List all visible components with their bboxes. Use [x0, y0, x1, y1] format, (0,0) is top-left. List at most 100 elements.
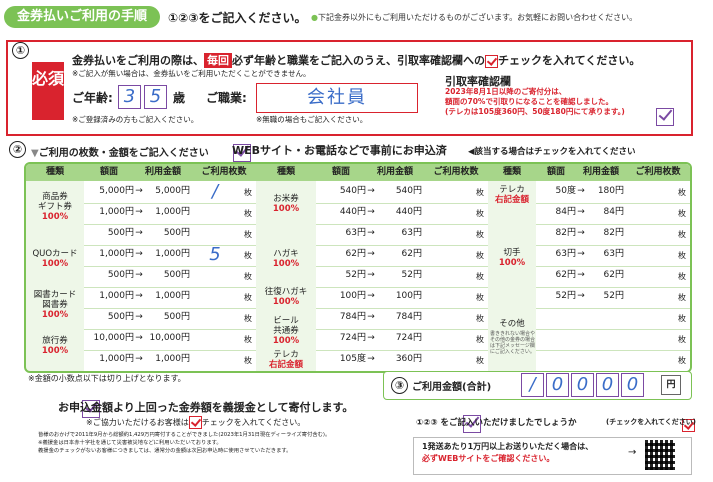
count-unit: 枚: [476, 230, 484, 239]
count-unit: 枚: [476, 251, 484, 260]
face-value: 500円: [107, 312, 134, 322]
use-amount: 62円: [603, 270, 624, 280]
total-label: ご利用金額(合計): [412, 382, 492, 393]
count-field[interactable]: 5: [192, 244, 238, 265]
every-time-badge: 毎回: [204, 53, 232, 68]
count-unit: 枚: [244, 230, 252, 239]
donation-title: お申込金額より上回った金券額を義援金として寄付します。: [58, 401, 354, 414]
qr-code[interactable]: [645, 440, 675, 470]
shipping-text: 1発送あたり1万円以上お送りいただく場合は、 必ずWEBサイトをご確認ください。: [422, 442, 594, 463]
category-beer: ビール 共通券 100%: [272, 316, 300, 346]
count-unit: 枚: [678, 356, 686, 365]
instruction-text: ①②③をご記入ください。: [168, 11, 307, 25]
header-count-2: ご利用枚数: [433, 167, 479, 177]
header-kind-1: 種類: [45, 167, 64, 177]
count-unit: 枚: [678, 335, 686, 344]
donation-sub: ※ご協力いただけるお客様は チェックを入れてください。: [86, 416, 306, 429]
section-1-number: ①: [12, 42, 29, 59]
use-amount: 62円: [401, 249, 422, 259]
count-field[interactable]: /: [192, 181, 238, 202]
face-value: 82円: [555, 228, 576, 238]
page-title: 金券払いご利用の手順: [4, 6, 160, 28]
use-amount: 500円: [163, 228, 190, 238]
count-unit: 枚: [678, 272, 686, 281]
use-amount: 1,000円: [155, 354, 190, 364]
face-value: 62円: [345, 249, 366, 259]
count-unit: 枚: [476, 272, 484, 281]
count-unit: 枚: [244, 293, 252, 302]
age-digit-2[interactable]: 5: [144, 85, 167, 109]
arrow-right-icon: →: [628, 447, 637, 458]
count-unit: 枚: [244, 314, 252, 323]
face-value: 52円: [345, 270, 366, 280]
header-count-1: ご利用枚数: [201, 167, 247, 177]
age-label: ご年齢:: [72, 91, 113, 105]
face-value: 540円: [339, 186, 366, 196]
note-unemployed: ※無職の場合もご記入ください。: [256, 115, 368, 124]
category-rice: お米券 100%: [272, 194, 300, 214]
yen-unit: 円: [661, 375, 681, 395]
face-value: 1,000円: [99, 291, 134, 301]
header-kind-3: 種類: [502, 167, 521, 177]
use-amount: 540円: [395, 186, 422, 196]
use-amount: 82円: [603, 228, 624, 238]
job-field[interactable]: 会社員: [256, 83, 418, 113]
count-unit: 枚: [476, 314, 484, 323]
count-unit: 枚: [244, 335, 252, 344]
face-value: 724円: [339, 333, 366, 343]
face-value: 100円: [339, 291, 366, 301]
age-digit-1[interactable]: 3: [118, 85, 141, 109]
triangle-icon: ▼: [31, 148, 39, 159]
count-unit: 枚: [678, 293, 686, 302]
category-stamp: 切手 100%: [498, 248, 526, 268]
header-face-2: 額面: [331, 167, 350, 177]
use-amount: 5,000円: [155, 186, 190, 196]
header-face-1: 額面: [99, 167, 118, 177]
total-digit-1[interactable]: /: [521, 373, 544, 397]
use-amount: 440円: [395, 207, 422, 217]
face-value: 84円: [555, 207, 576, 217]
header-note: ●下記金券以外にもご利用いただけるものがございます。お気軽にお問い合わせください…: [311, 13, 638, 22]
rate-text: 2023年8月1日以降のご寄付分は、 額面の70%で引取りになることを確認しまし…: [445, 87, 625, 116]
total-digit-5[interactable]: 0: [621, 373, 644, 397]
required-badge: 必須: [32, 62, 64, 120]
other-note: 書ききれない場合やその他の金券の場合は下記メッセージ欄にご記入ください。: [490, 331, 536, 355]
rounding-note: ※金額の小数点以下は切り上げとなります。: [28, 374, 186, 383]
use-amount: 1,000円: [155, 249, 190, 259]
header-kind-2: 種類: [276, 167, 295, 177]
total-digit-4[interactable]: 0: [596, 373, 619, 397]
category-hagaki: ハガキ 100%: [272, 249, 300, 269]
age-unit: 歳: [173, 91, 186, 105]
use-amount: 180円: [597, 186, 624, 196]
section-2-number: ②: [9, 141, 26, 158]
face-value: 50度: [555, 186, 576, 196]
total-digit-2[interactable]: 0: [546, 373, 569, 397]
face-value: 500円: [107, 228, 134, 238]
web-applied-label: WEBサイト・お電話などで事前にお申込済: [232, 144, 447, 157]
use-amount: 52円: [401, 270, 422, 280]
face-value: 1,000円: [99, 249, 134, 259]
face-value: 10,000円: [93, 333, 135, 343]
web-applied-note: ◀該当する場合はチェックを入れてください: [468, 147, 636, 157]
confirm-note: (チェックを入れてください): [606, 418, 696, 426]
use-amount: 1,000円: [155, 291, 190, 301]
use-amount: 500円: [163, 312, 190, 322]
total-digit-3[interactable]: 0: [571, 373, 594, 397]
job-label: ご職業:: [206, 91, 247, 105]
use-amount: 100円: [395, 291, 422, 301]
count-unit: 枚: [244, 356, 252, 365]
category-ofuku: 往復ハガキ 100%: [264, 287, 308, 307]
face-value: 5,000円: [99, 186, 134, 196]
rate-confirm-checkbox[interactable]: [656, 107, 674, 126]
count-unit: 枚: [476, 188, 484, 197]
use-amount: 1,000円: [155, 207, 190, 217]
count-unit: 枚: [476, 356, 484, 365]
check-icon: [188, 416, 202, 429]
face-value: 105度: [339, 354, 366, 364]
section-2-title: ▼ご利用の枚数・金額をご記入ください: [31, 148, 209, 159]
face-value: 1,000円: [99, 354, 134, 364]
check-icon: [485, 54, 498, 68]
face-value: 1,000円: [99, 207, 134, 217]
header-amount-3: 利用金額: [582, 167, 619, 177]
face-value: 784円: [339, 312, 366, 322]
